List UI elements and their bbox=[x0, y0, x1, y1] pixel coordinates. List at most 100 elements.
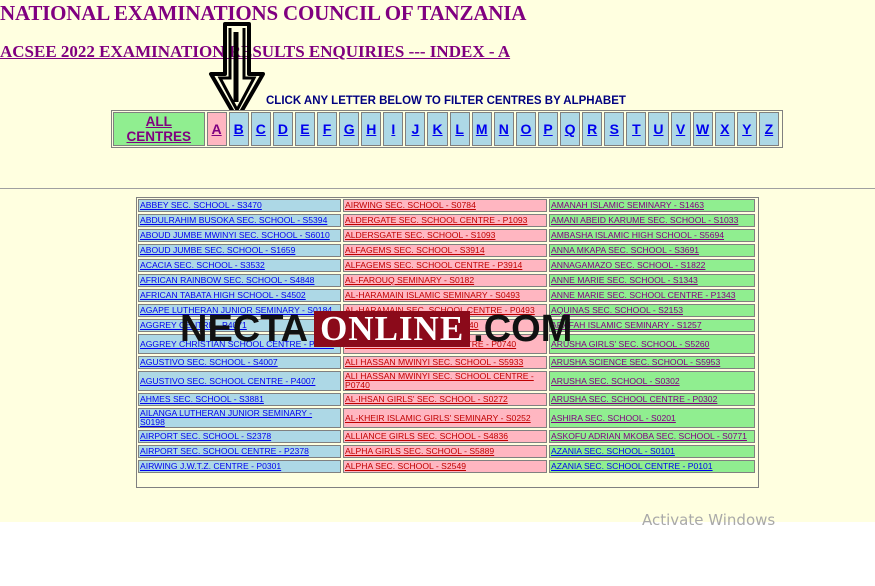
letter-cell-p[interactable]: P bbox=[537, 112, 559, 146]
letter-cell-s[interactable]: S bbox=[604, 112, 625, 146]
centre-link[interactable]: ALFAGEMS SEC. SCHOOL - S3914 bbox=[345, 246, 485, 255]
letter-cell-n[interactable]: N bbox=[493, 112, 514, 146]
letter-cell-l[interactable]: L bbox=[449, 112, 470, 146]
centre-link[interactable]: AIRPORT SEC. SCHOOL - S2378 bbox=[140, 432, 271, 441]
table-cell: AMANI ABEID KARUME SEC. SCHOOL - S1033 bbox=[549, 214, 755, 227]
letter-cell-k[interactable]: K bbox=[427, 112, 448, 146]
centre-link[interactable]: AL-KHEIR ISLAMIC GIRLS' SEMINARY - S0252 bbox=[345, 413, 531, 423]
letter-cell-c[interactable]: C bbox=[250, 112, 271, 146]
letter-link-v[interactable]: V bbox=[676, 121, 685, 137]
letter-link-q[interactable]: Q bbox=[565, 121, 576, 137]
letter-link-l[interactable]: L bbox=[455, 121, 464, 137]
centre-link[interactable]: AFRICAN TABATA HIGH SCHOOL - S4502 bbox=[140, 291, 306, 300]
centre-link[interactable]: AILANGA LUTHERAN JUNIOR SEMINARY - S0198 bbox=[140, 409, 339, 427]
centre-link[interactable]: ARUSHA GIRLS' SEC. SCHOOL - S5260 bbox=[551, 339, 709, 349]
centre-link[interactable]: ANNAGAMAZO SEC. SCHOOL - S1822 bbox=[551, 261, 705, 270]
letter-link-t[interactable]: T bbox=[632, 121, 641, 137]
letter-link-s[interactable]: S bbox=[610, 121, 619, 137]
centre-link[interactable]: AIRWING SEC. SCHOOL - S0784 bbox=[345, 201, 476, 210]
centre-link[interactable]: ARUSHA SEC. SCHOOL - S0302 bbox=[551, 376, 680, 386]
letter-link-f[interactable]: F bbox=[323, 121, 332, 137]
centre-link[interactable]: ARUSHA SEC. SCHOOL CENTRE - P0302 bbox=[551, 395, 717, 404]
letter-link-i[interactable]: I bbox=[391, 121, 395, 137]
centre-link[interactable]: ABBEY SEC. SCHOOL - S3470 bbox=[140, 201, 262, 210]
letter-link-x[interactable]: X bbox=[720, 121, 729, 137]
letter-cell-w[interactable]: W bbox=[692, 112, 713, 146]
centre-link[interactable]: AMBASHA ISLAMIC HIGH SCHOOL - S5694 bbox=[551, 231, 724, 240]
letter-cell-t[interactable]: T bbox=[626, 112, 647, 146]
centre-link[interactable]: AGUSTIVO SEC. SCHOOL - S4007 bbox=[140, 358, 278, 367]
letter-cell-e[interactable]: E bbox=[294, 112, 316, 146]
letter-cell-f[interactable]: F bbox=[317, 112, 338, 146]
letter-cell-o[interactable]: O bbox=[515, 112, 536, 146]
table-row: AILANGA LUTHERAN JUNIOR SEMINARY - S0198… bbox=[138, 408, 757, 428]
letter-link-h[interactable]: H bbox=[366, 121, 376, 137]
letter-link-n[interactable]: N bbox=[499, 121, 509, 137]
centre-link[interactable]: AL-FAROUQ SEMINARY - S0182 bbox=[345, 276, 474, 285]
letter-cell-a[interactable]: A bbox=[206, 112, 227, 146]
letter-cell-i[interactable]: I bbox=[383, 112, 404, 146]
centre-link[interactable]: ABDULRAHIM BUSOKA SEC. SCHOOL - S5394 bbox=[140, 216, 327, 225]
centre-link[interactable]: ARAFAH ISLAMIC SEMINARY - S1257 bbox=[551, 321, 702, 330]
letter-link-c[interactable]: C bbox=[256, 121, 266, 137]
letter-link-g[interactable]: G bbox=[344, 121, 355, 137]
letter-link-p[interactable]: P bbox=[543, 121, 552, 137]
letter-link-u[interactable]: U bbox=[653, 121, 663, 137]
centre-link[interactable]: ANNE MARIE SEC. SCHOOL CENTRE - P1343 bbox=[551, 291, 736, 300]
letter-link-o[interactable]: O bbox=[520, 121, 531, 137]
letter-cell-y[interactable]: Y bbox=[736, 112, 757, 146]
centre-link[interactable]: ANNE MARIE SEC. SCHOOL - S1343 bbox=[551, 276, 698, 285]
letter-link-b[interactable]: B bbox=[234, 121, 244, 137]
letter-link-w[interactable]: W bbox=[696, 121, 709, 137]
letter-link-y[interactable]: Y bbox=[742, 121, 751, 137]
letter-cell-q[interactable]: Q bbox=[560, 112, 581, 146]
letter-link-e[interactable]: E bbox=[300, 121, 309, 137]
centre-link[interactable]: AGUSTIVO SEC. SCHOOL CENTRE - P4007 bbox=[140, 376, 315, 386]
centre-link[interactable]: AFRICAN RAINBOW SEC. SCHOOL - S4848 bbox=[140, 276, 314, 285]
centre-link[interactable]: ALI HASSAN MWINYI SEC. SCHOOL - S5933 bbox=[345, 358, 523, 367]
centre-link[interactable]: ACACIA SEC. SCHOOL - S3532 bbox=[140, 261, 265, 270]
letter-cell-d[interactable]: D bbox=[272, 112, 293, 146]
letter-cell-z[interactable]: Z bbox=[758, 112, 779, 146]
centre-link[interactable]: AIRWING J.W.T.Z. CENTRE - P0301 bbox=[140, 462, 281, 471]
letter-cell-u[interactable]: U bbox=[648, 112, 669, 146]
centre-link[interactable]: ALPHA SEC. SCHOOL - S2549 bbox=[345, 462, 466, 471]
letter-cell-b[interactable]: B bbox=[228, 112, 249, 146]
letter-cell-v[interactable]: V bbox=[670, 112, 691, 146]
centre-link[interactable]: ASKOFU ADRIAN MKOBA SEC. SCHOOL - S0771 bbox=[551, 432, 747, 441]
letter-link-z[interactable]: Z bbox=[765, 121, 774, 137]
centre-link[interactable]: AZANIA SEC. SCHOOL CENTRE - P0101 bbox=[551, 462, 713, 471]
letter-cell-h[interactable]: H bbox=[361, 112, 382, 146]
letter-link-j[interactable]: J bbox=[412, 121, 420, 137]
letter-link-d[interactable]: D bbox=[278, 121, 288, 137]
centre-link[interactable]: ASHIRA SEC. SCHOOL - S0201 bbox=[551, 413, 676, 423]
centre-link[interactable]: ALLIANCE GIRLS SEC. SCHOOL - S4836 bbox=[345, 432, 508, 441]
letter-link-a[interactable]: A bbox=[212, 121, 222, 137]
centre-link[interactable]: ABOUD JUMBE SEC. SCHOOL - S1659 bbox=[140, 246, 295, 255]
letter-link-k[interactable]: K bbox=[432, 121, 442, 137]
letter-link-m[interactable]: M bbox=[476, 121, 488, 137]
centre-link[interactable]: ALDERSGATE SEC. SCHOOL - S1093 bbox=[345, 231, 495, 240]
letter-cell-r[interactable]: R bbox=[582, 112, 603, 146]
centre-link[interactable]: AIRPORT SEC. SCHOOL CENTRE - P2378 bbox=[140, 447, 309, 456]
centre-link[interactable]: AL-HARAMAIN ISLAMIC SEMINARY - S0493 bbox=[345, 291, 520, 300]
centre-link[interactable]: AL-IHSAN GIRLS' SEC. SCHOOL - S0272 bbox=[345, 395, 508, 404]
letter-cell-m[interactable]: M bbox=[471, 112, 492, 146]
all-centres-link[interactable]: ALL CENTRES bbox=[127, 114, 192, 144]
centre-link[interactable]: ABOUD JUMBE MWINYI SEC. SCHOOL - S6010 bbox=[140, 231, 330, 240]
centre-link[interactable]: ALPHA GIRLS SEC. SCHOOL - S5889 bbox=[345, 447, 494, 456]
centre-link[interactable]: ARUSHA SCIENCE SEC. SCHOOL - S5953 bbox=[551, 358, 720, 367]
centre-link[interactable]: ALI HASSAN MWINYI SEC. SCHOOL CENTRE - P… bbox=[345, 372, 545, 390]
centre-link[interactable]: AMANAH ISLAMIC SEMINARY - S1463 bbox=[551, 201, 704, 210]
centre-link[interactable]: ALFAGEMS SEC. SCHOOL CENTRE - P3914 bbox=[345, 261, 522, 270]
letter-cell-j[interactable]: J bbox=[405, 112, 426, 146]
all-centres-cell[interactable]: ALL CENTRES bbox=[113, 112, 205, 146]
centre-link[interactable]: AHMES SEC. SCHOOL - S3881 bbox=[140, 395, 264, 404]
letter-link-r[interactable]: R bbox=[587, 121, 597, 137]
centre-link[interactable]: AZANIA SEC. SCHOOL - S0101 bbox=[551, 447, 675, 456]
centre-link[interactable]: ALDERGATE SEC. SCHOOL CENTRE - P1093 bbox=[345, 216, 527, 225]
letter-cell-x[interactable]: X bbox=[714, 112, 735, 146]
centre-link[interactable]: ANNA MKAPA SEC. SCHOOL - S3691 bbox=[551, 246, 699, 255]
letter-cell-g[interactable]: G bbox=[339, 112, 360, 146]
centre-link[interactable]: AMANI ABEID KARUME SEC. SCHOOL - S1033 bbox=[551, 216, 738, 225]
